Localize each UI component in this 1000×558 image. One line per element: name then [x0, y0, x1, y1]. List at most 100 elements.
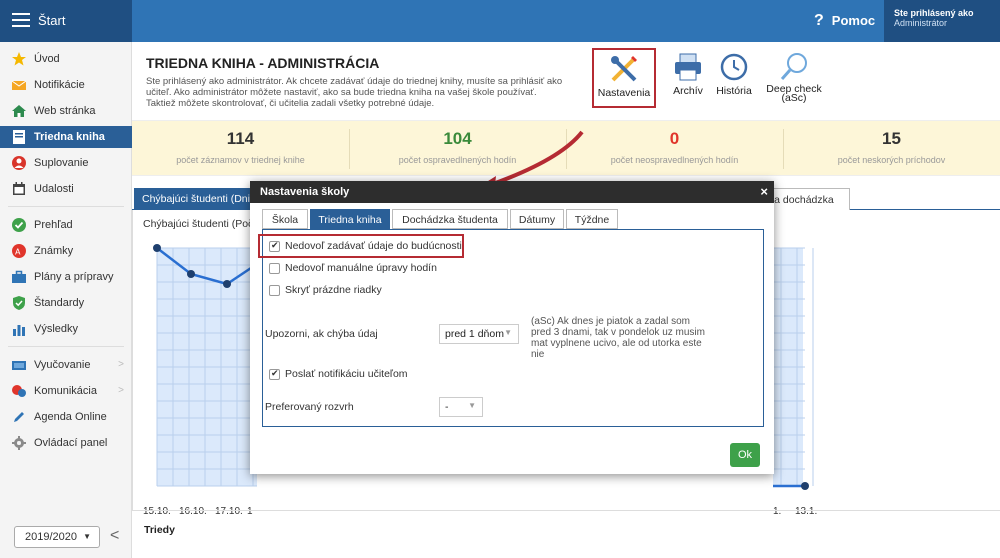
- sidebar-item-notifikacie[interactable]: Notifikácie: [0, 74, 132, 96]
- upozorni-note: (aSc) Ak dnes je piatok a zadal som pred…: [531, 316, 705, 360]
- dialog-header: Nastavenia školy ×: [250, 181, 774, 203]
- ok-button[interactable]: Ok: [730, 443, 760, 467]
- stat-value: 0: [669, 129, 680, 148]
- person-icon: [12, 156, 26, 170]
- stat-label: počet ospravedlnených hodín: [398, 155, 517, 165]
- tab-dochadzka-studenta[interactable]: Dochádzka študenta: [392, 209, 508, 229]
- upozorni-label: Upozorni, ak chýba údaj: [265, 328, 378, 340]
- tool-label: História: [716, 85, 752, 97]
- top-bar-left: Štart: [0, 0, 132, 42]
- top-bar: Štart ? Pomoc Ste prihlásený ako Administ…: [0, 0, 1000, 42]
- year-select[interactable]: 2019/2020 ▼: [14, 526, 100, 548]
- sidebar-item-label: Web stránka: [34, 105, 96, 117]
- rozvrh-value: -: [445, 401, 449, 413]
- blackboard-icon: [12, 358, 26, 372]
- gear-icon: [12, 436, 26, 450]
- stat-ospravedlnene: 104 počet ospravedlnených hodín: [349, 121, 566, 177]
- sidebar-item-label: Prehľad: [34, 219, 73, 231]
- tool-label: Deep check (aSc): [766, 83, 822, 104]
- settings-tools-icon: [609, 54, 639, 84]
- upozorni-select[interactable]: pred 1 dňom ▼: [439, 324, 519, 344]
- sidebar-item-label: Štandardy: [34, 297, 85, 309]
- question-icon: ?: [814, 12, 824, 29]
- tab-datumy[interactable]: Dátumy: [510, 209, 564, 229]
- start-label[interactable]: Štart: [38, 13, 65, 28]
- sidebar-item-label: Plány a prípravy: [34, 271, 114, 283]
- collapse-sidebar-button[interactable]: <: [110, 527, 119, 545]
- sidebar-item-vyucovanie[interactable]: Vyučovanie >: [0, 354, 132, 376]
- help-button[interactable]: ? Pomoc: [814, 12, 875, 30]
- close-icon[interactable]: ×: [760, 184, 768, 199]
- chevron-down-icon: ▼: [83, 532, 91, 541]
- user-role: Administrátor: [894, 18, 948, 28]
- sidebar-item-label: Suplovanie: [34, 157, 89, 169]
- checkbox-skryt-riadky[interactable]: Skryť prázdne riadky: [269, 284, 382, 296]
- sidebar-item-label: Známky: [34, 245, 74, 257]
- checkbox-label: Nedovoľ manuálne úpravy hodín: [285, 262, 437, 274]
- tool-label: Archív: [673, 85, 703, 97]
- check-circle-icon: [12, 218, 26, 232]
- checkbox-nedovol-upravy[interactable]: Nedovoľ manuálne úpravy hodín: [269, 262, 437, 274]
- page-title: TRIEDNA KNIHA - ADMINISTRÁCIA: [146, 55, 380, 71]
- stat-value: 15: [882, 129, 901, 148]
- sidebar-item-udalosti[interactable]: Udalosti: [0, 178, 132, 200]
- sidebar: Úvod Notifikácie Web stránka Triedna kni…: [0, 42, 132, 558]
- checkbox-unchecked[interactable]: [269, 262, 280, 274]
- hamburger-menu-icon[interactable]: [12, 13, 30, 27]
- chevron-down-icon: ▼: [468, 401, 476, 410]
- sidebar-item-ovladaci-panel[interactable]: Ovládací panel: [0, 432, 132, 454]
- chat-icon: [12, 384, 26, 398]
- chevron-right-icon: >: [118, 359, 124, 370]
- rozvrh-select[interactable]: - ▼: [439, 397, 483, 417]
- stat-label: počet neospravedlnených hodín: [610, 155, 739, 165]
- dialog-body: Nedovoľ zadávať údaje do budúcnosti Nedo…: [262, 229, 764, 427]
- sidebar-item-agenda-online[interactable]: Agenda Online: [0, 406, 132, 428]
- briefcase-icon: [12, 270, 26, 284]
- year-value: 2019/2020: [25, 531, 77, 543]
- sidebar-item-label: Vyučovanie: [34, 359, 91, 371]
- svg-text:A: A: [15, 248, 21, 257]
- sidebar-item-web-stranka[interactable]: Web stránka: [0, 100, 132, 122]
- sidebar-item-suplovanie[interactable]: Suplovanie: [0, 152, 132, 174]
- sidebar-item-label: Úvod: [34, 53, 60, 65]
- chevron-right-icon: >: [118, 385, 124, 396]
- sidebar-item-uvod[interactable]: Úvod: [0, 48, 132, 70]
- user-line1: Ste prihlásený ako: [894, 8, 974, 18]
- sidebar-item-komunikacia[interactable]: Komunikácia >: [0, 380, 132, 402]
- stat-neospravedlnene: 0 počet neospravedlnených hodín: [566, 121, 783, 177]
- star-icon: [12, 52, 26, 66]
- chart-point: [223, 280, 231, 288]
- envelope-icon: [11, 78, 27, 92]
- chevron-down-icon: ▼: [504, 328, 512, 337]
- sidebar-item-vysledky[interactable]: Výsledky: [0, 318, 132, 340]
- divider: [132, 510, 1000, 511]
- sidebar-item-standardy[interactable]: Štandardy: [0, 292, 132, 314]
- tab-triedna-kniha[interactable]: Triedna kniha: [310, 209, 390, 229]
- tool-nastavenia-button[interactable]: Nastavenia: [592, 48, 656, 108]
- sidebar-item-plany[interactable]: Plány a prípravy: [0, 266, 132, 288]
- checkbox-unchecked[interactable]: [269, 284, 280, 296]
- sidebar-item-prehlad[interactable]: Prehľad: [0, 214, 132, 236]
- sidebar-item-znamky[interactable]: A Známky: [0, 240, 132, 262]
- tab-skola[interactable]: Škola: [262, 209, 308, 229]
- tab-tyzdne[interactable]: Týždne: [566, 209, 618, 229]
- stat-label: počet neskorých príchodov: [837, 155, 946, 165]
- sidebar-item-label: Udalosti: [34, 183, 74, 195]
- sidebar-item-label: Ovládací panel: [34, 437, 108, 449]
- sidebar-divider: [8, 346, 124, 347]
- chart-point: [187, 270, 195, 278]
- sidebar-item-label: Výsledky: [34, 323, 79, 335]
- chart-point: [801, 482, 809, 490]
- stat-neskore: 15 počet neskorých príchodov: [783, 121, 1000, 177]
- dialog-title: Nastavenia školy: [260, 186, 350, 198]
- pencil-icon: [12, 410, 26, 424]
- sidebar-item-triedna-kniha[interactable]: Triedna kniha: [0, 126, 132, 148]
- tool-deep-check-button[interactable]: Deep check (aSc): [758, 48, 830, 108]
- checkbox-poslat-notifikaciu[interactable]: Poslať notifikáciu učiteľom: [269, 368, 408, 380]
- tool-historia-button[interactable]: História: [702, 48, 766, 108]
- clock-icon: [719, 52, 749, 82]
- calendar-icon: [12, 182, 26, 196]
- bar-chart-icon: [12, 322, 26, 336]
- user-box[interactable]: Ste prihlásený ako Administrátor: [884, 0, 1000, 42]
- checkbox-checked[interactable]: [269, 368, 280, 380]
